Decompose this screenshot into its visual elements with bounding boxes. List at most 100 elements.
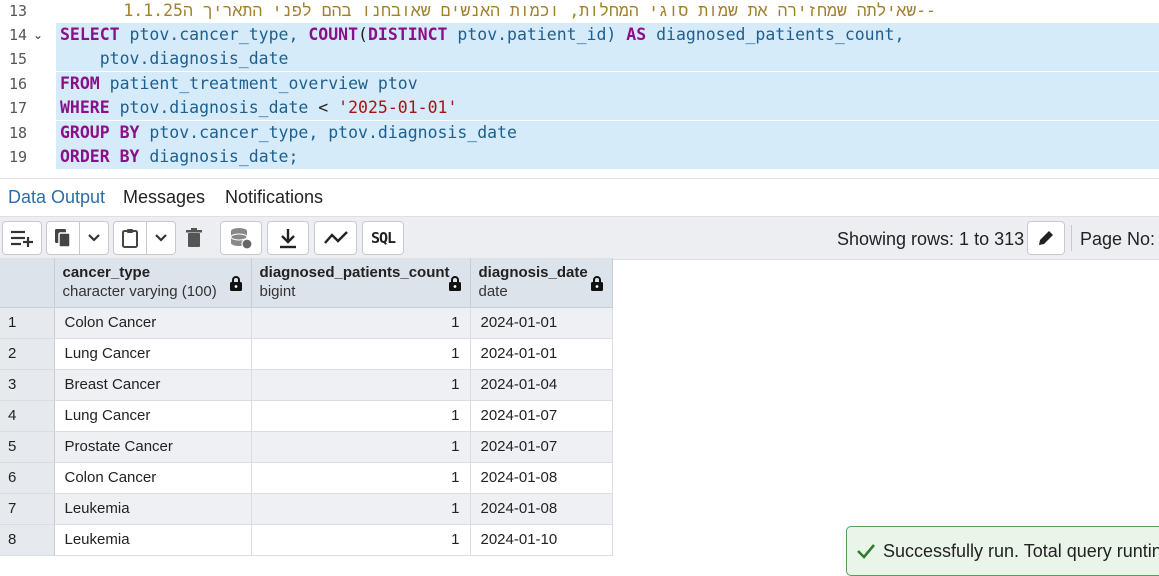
chevron-down-icon (155, 234, 167, 242)
toast-message: Successfully run. Total query runtin (883, 541, 1159, 561)
cell-cancer-type[interactable]: Colon Cancer (54, 307, 252, 339)
cell-patients-count[interactable]: 1 (251, 307, 471, 339)
paste-options-dropdown[interactable] (146, 221, 176, 255)
delete-icon (186, 228, 202, 247)
add-row-icon (11, 230, 33, 247)
cell-diagnosis-date[interactable]: 2024-01-07 (470, 431, 613, 463)
column-header-cancer-type[interactable]: cancer_type character varying (100) (54, 258, 252, 308)
data-toolbar: SQL Showing rows: 1 to 313 Page No: (0, 216, 1159, 260)
column-type: character varying (100) (62, 283, 217, 300)
paste-icon (122, 229, 138, 248)
table-row[interactable]: 7 Leukemia 1 2024-01-08 (0, 493, 613, 525)
graph-icon (323, 231, 348, 244)
cell-patients-count[interactable]: 1 (251, 369, 471, 401)
editor-line-15: 15 ptov.diagnosis_date (0, 47, 1159, 71)
rows-showing-label: Showing rows: 1 to 313 (837, 229, 1025, 249)
row-number: 5 (0, 431, 55, 463)
download-button[interactable] (267, 221, 309, 255)
fold-chevron-icon[interactable]: ⌄ (33, 23, 43, 47)
table-row[interactable]: 2 Lung Cancer 1 2024-01-01 (0, 338, 613, 370)
row-number: 1 (0, 307, 55, 339)
line-number: 19 (8, 148, 27, 166)
editor-line-16: 16 FROM patient_treatment_overview ptov (0, 72, 1159, 96)
copy-icon (55, 229, 71, 248)
editor-line-14: 14 ⌄ SELECT ptov.cancer_type, COUNT(DIST… (0, 23, 1159, 47)
cell-diagnosis-date[interactable]: 2024-01-04 (470, 369, 613, 401)
line-number: 18 (8, 124, 27, 142)
cell-diagnosis-date[interactable]: 2024-01-08 (470, 493, 613, 525)
sql-line: SELECT ptov.cancer_type, COUNT(DISTINCT … (60, 25, 905, 44)
cell-diagnosis-date[interactable]: 2024-01-08 (470, 462, 613, 494)
cell-diagnosis-date[interactable]: 2024-01-01 (470, 307, 613, 339)
row-number: 7 (0, 493, 55, 525)
table-row[interactable]: 6 Colon Cancer 1 2024-01-08 (0, 462, 613, 494)
cell-cancer-type[interactable]: Colon Cancer (54, 462, 252, 494)
row-number: 8 (0, 524, 55, 556)
sql-line: GROUP BY ptov.cancer_type, ptov.diagnosi… (60, 123, 517, 142)
sql-button[interactable]: SQL (362, 221, 404, 255)
copy-button[interactable] (46, 221, 80, 255)
tab-data-output[interactable]: Data Output (8, 179, 106, 218)
row-number-header (0, 258, 55, 308)
graph-visualiser-button[interactable] (314, 221, 357, 255)
table-row[interactable]: 1 Colon Cancer 1 2024-01-01 (0, 307, 613, 339)
cell-patients-count[interactable]: 1 (251, 493, 471, 525)
column-type: bigint (259, 283, 296, 300)
sql-editor[interactable]: 13 --שאילתה שמחזירה את שמות סוגי המחלות,… (0, 0, 1159, 178)
line-number: 15 (8, 50, 27, 68)
cell-cancer-type[interactable]: Prostate Cancer (54, 431, 252, 463)
save-data-button[interactable] (220, 221, 262, 255)
cell-patients-count[interactable]: 1 (251, 400, 471, 432)
table-row[interactable]: 8 Leukemia 1 2024-01-10 (0, 524, 613, 556)
line-number: 13 (8, 2, 27, 20)
sql-line: FROM patient_treatment_overview ptov (60, 74, 418, 93)
delete-row-button[interactable] (176, 221, 212, 255)
result-tabs: Data Output Messages Notifications (0, 178, 1159, 218)
sql-line: WHERE ptov.diagnosis_date < '2025-01-01' (60, 98, 458, 117)
cell-cancer-type[interactable]: Leukemia (54, 524, 252, 556)
chevron-down-icon (88, 234, 100, 242)
cell-cancer-type[interactable]: Breast Cancer (54, 369, 252, 401)
tab-messages[interactable]: Messages (123, 179, 205, 216)
cell-cancer-type[interactable]: Leukemia (54, 493, 252, 525)
column-name: diagnosed_patients_count (259, 264, 450, 281)
column-header-diagnosis-date[interactable]: diagnosis_date date (470, 258, 613, 308)
editor-line-18: 18 GROUP BY ptov.cancer_type, ptov.diagn… (0, 121, 1159, 145)
cell-diagnosis-date[interactable]: 2024-01-07 (470, 400, 613, 432)
row-number: 3 (0, 369, 55, 401)
editor-line-20 (0, 170, 1159, 178)
cell-cancer-type[interactable]: Lung Cancer (54, 400, 252, 432)
cell-diagnosis-date[interactable]: 2024-01-10 (470, 524, 613, 556)
cell-patients-count[interactable]: 1 (251, 338, 471, 370)
sql-comment: --שאילתה שמחזירה את שמות סוגי המחלות, וכ… (123, 1, 936, 20)
column-name: cancer_type (62, 264, 151, 281)
tab-notifications[interactable]: Notifications (225, 179, 323, 216)
cell-patients-count[interactable]: 1 (251, 462, 471, 494)
page-number-label: Page No: (1080, 229, 1156, 249)
cell-cancer-type[interactable]: Lung Cancer (54, 338, 252, 370)
sql-line: ptov.diagnosis_date (60, 49, 289, 68)
row-number: 4 (0, 400, 55, 432)
table-row[interactable]: 5 Prostate Cancer 1 2024-01-07 (0, 431, 613, 463)
line-number: 16 (8, 75, 27, 93)
cell-diagnosis-date[interactable]: 2024-01-01 (470, 338, 613, 370)
line-number: 14 (8, 26, 27, 44)
edit-rows-button[interactable] (1027, 221, 1065, 255)
success-toast: Successfully run. Total query runtin (846, 526, 1159, 576)
table-row[interactable]: 3 Breast Cancer 1 2024-01-04 (0, 369, 613, 401)
row-number: 6 (0, 462, 55, 494)
cell-patients-count[interactable]: 1 (251, 524, 471, 556)
column-header-diagnosed-patients-count[interactable]: diagnosed_patients_count bigint (251, 258, 471, 308)
add-row-button[interactable] (2, 221, 42, 255)
line-number: 17 (8, 99, 27, 117)
lock-icon (229, 276, 242, 291)
editor-line-13: 13 --שאילתה שמחזירה את שמות סוגי המחלות,… (0, 0, 1159, 23)
table-row[interactable]: 4 Lung Cancer 1 2024-01-07 (0, 400, 613, 432)
paste-button[interactable] (113, 221, 147, 255)
cell-patients-count[interactable]: 1 (251, 431, 471, 463)
copy-options-dropdown[interactable] (79, 221, 109, 255)
save-data-icon (230, 228, 253, 250)
editor-line-19: 19 ORDER BY diagnosis_date; (0, 145, 1159, 169)
lock-icon (448, 276, 461, 291)
checkmark-icon (857, 544, 875, 559)
